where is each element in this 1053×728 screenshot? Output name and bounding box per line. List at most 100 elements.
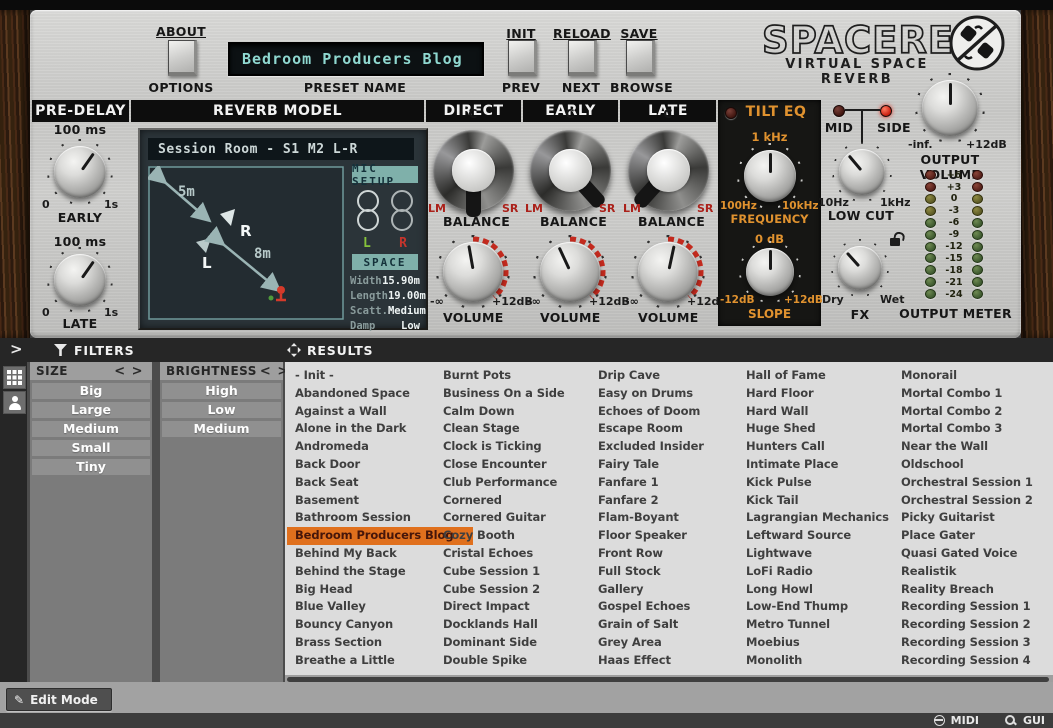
size-next-arrow[interactable]: >: [129, 364, 146, 379]
preset-item[interactable]: Place Gater: [893, 527, 984, 545]
preset-item[interactable]: Big Head: [287, 581, 362, 599]
midi-button[interactable]: MIDI: [951, 714, 979, 727]
preset-item[interactable]: Brass Section: [287, 634, 391, 652]
late-balance-knob[interactable]: [628, 130, 709, 211]
preset-item[interactable]: Mortal Combo 3: [893, 420, 1011, 438]
fx-knob[interactable]: [838, 246, 882, 290]
preset-item[interactable]: Moebius: [738, 634, 809, 652]
preset-item[interactable]: Cozy Booth: [435, 527, 524, 545]
early-balance-knob[interactable]: [530, 130, 611, 211]
brightness-prev-arrow[interactable]: <: [257, 364, 274, 379]
about-label[interactable]: ABOUT: [152, 24, 210, 39]
preset-item[interactable]: Front Row: [590, 545, 672, 563]
preset-item[interactable]: Cristal Echoes: [435, 545, 542, 563]
preset-item[interactable]: Basement: [287, 492, 368, 510]
preset-item[interactable]: Easy on Drums: [590, 385, 702, 403]
preset-item[interactable]: Long Howl: [738, 581, 822, 599]
preset-item[interactable]: Docklands Hall: [435, 616, 547, 634]
preset-item[interactable]: Mortal Combo 1: [893, 385, 1011, 403]
direct-volume-knob[interactable]: [443, 242, 503, 302]
preset-item[interactable]: Hard Floor: [738, 385, 823, 403]
preset-item[interactable]: Picky Guitarist: [893, 509, 1004, 527]
preset-item[interactable]: Full Stock: [590, 563, 670, 581]
preset-item[interactable]: Monolith: [738, 652, 811, 670]
preset-item[interactable]: Alone in the Dark: [287, 420, 415, 438]
preset-item[interactable]: Low-End Thump: [738, 598, 857, 616]
mid-label[interactable]: MID: [820, 120, 858, 135]
tilt-slope-knob[interactable]: [746, 248, 794, 296]
filter-option[interactable]: Big: [32, 383, 150, 399]
preset-item[interactable]: Reality Breach: [893, 581, 1003, 599]
preset-item[interactable]: Double Spike: [435, 652, 536, 670]
preset-item[interactable]: Behind the Stage: [287, 563, 415, 581]
preset-item[interactable]: Flam-Boyant: [590, 509, 688, 527]
direct-balance-knob[interactable]: [433, 130, 514, 211]
preset-item[interactable]: Floor Speaker: [590, 527, 696, 545]
preset-item[interactable]: Fanfare 1: [590, 474, 667, 492]
preset-item[interactable]: Calm Down: [435, 403, 524, 421]
edit-mode-button[interactable]: ✎ Edit Mode: [6, 688, 112, 711]
preset-item[interactable]: Bouncy Canyon: [287, 616, 402, 634]
reload-label[interactable]: RELOAD: [553, 26, 609, 41]
preset-item[interactable]: Cube Session 2: [435, 581, 549, 599]
filter-option[interactable]: Small: [32, 440, 150, 456]
preset-item[interactable]: Orchestral Session 1: [893, 474, 1042, 492]
side-label[interactable]: SIDE: [872, 120, 916, 135]
preset-item[interactable]: Fairy Tale: [590, 456, 668, 474]
preset-item[interactable]: LoFi Radio: [738, 563, 822, 581]
grid-view-button[interactable]: [3, 366, 26, 389]
preset-item[interactable]: Hall of Fame: [738, 367, 835, 385]
preset-item[interactable]: Club Performance: [435, 474, 566, 492]
preset-item[interactable]: Recording Session 3: [893, 634, 1040, 652]
mic-right-label[interactable]: R: [399, 236, 407, 251]
preset-item[interactable]: Fanfare 2: [590, 492, 667, 510]
filter-option[interactable]: High: [162, 383, 281, 399]
preset-item[interactable]: Near the Wall: [893, 438, 997, 456]
mic-left-label[interactable]: L: [363, 236, 371, 251]
next-button[interactable]: [568, 40, 597, 76]
predelay-late-knob[interactable]: [54, 254, 106, 306]
tilt-frequency-knob[interactable]: [744, 150, 796, 202]
preset-item[interactable]: Behind My Back: [287, 545, 406, 563]
preset-item[interactable]: Quasi Gated Voice: [893, 545, 1026, 563]
save-label[interactable]: SAVE: [613, 26, 665, 41]
preset-item[interactable]: Orchestral Session 2: [893, 492, 1042, 510]
preset-item[interactable]: Lightwave: [738, 545, 821, 563]
predelay-early-knob[interactable]: [54, 146, 106, 198]
browse-button[interactable]: [626, 40, 655, 76]
preset-item[interactable]: Huge Shed: [738, 420, 824, 438]
filter-option[interactable]: Tiny: [32, 459, 150, 475]
options-button[interactable]: [168, 40, 197, 76]
preset-item[interactable]: Mortal Combo 2: [893, 403, 1011, 421]
size-prev-arrow[interactable]: <: [111, 364, 128, 379]
preset-item[interactable]: Back Door: [287, 456, 369, 474]
expand-results-icon[interactable]: [287, 343, 301, 357]
preset-item[interactable]: Cornered Guitar: [435, 509, 555, 527]
preset-item[interactable]: Monorail: [893, 367, 966, 385]
preset-item[interactable]: Burnt Pots: [435, 367, 520, 385]
preset-item[interactable]: Breathe a Little: [287, 652, 404, 670]
preset-item[interactable]: Kick Tail: [738, 492, 807, 510]
preset-item[interactable]: Cube Session 1: [435, 563, 549, 581]
preset-item[interactable]: Business On a Side: [435, 385, 574, 403]
preset-item[interactable]: Recording Session 2: [893, 616, 1040, 634]
preset-item[interactable]: Echoes of Doom: [590, 403, 709, 421]
prev-button[interactable]: [508, 40, 537, 76]
filter-option[interactable]: Low: [162, 402, 281, 418]
preset-item[interactable]: Grey Area: [590, 634, 671, 652]
preset-item[interactable]: Clock is Ticking: [435, 438, 551, 456]
late-volume-knob[interactable]: [638, 242, 698, 302]
preset-item[interactable]: Drip Cave: [590, 367, 669, 385]
collapse-filters-icon[interactable]: >: [10, 342, 23, 357]
init-label[interactable]: INIT: [496, 26, 546, 41]
preset-item[interactable]: Grain of Salt: [590, 616, 687, 634]
early-volume-knob[interactable]: [540, 242, 600, 302]
low-cut-knob[interactable]: [839, 149, 885, 195]
preset-item[interactable]: Oldschool: [893, 456, 973, 474]
preset-item[interactable]: Metro Tunnel: [738, 616, 839, 634]
preset-item[interactable]: Close Encounter: [435, 456, 556, 474]
preset-item[interactable]: Recording Session 1: [893, 598, 1040, 616]
preset-item[interactable]: Clean Stage: [435, 420, 529, 438]
preset-item[interactable]: Hunters Call: [738, 438, 834, 456]
mid-led[interactable]: [833, 105, 845, 117]
